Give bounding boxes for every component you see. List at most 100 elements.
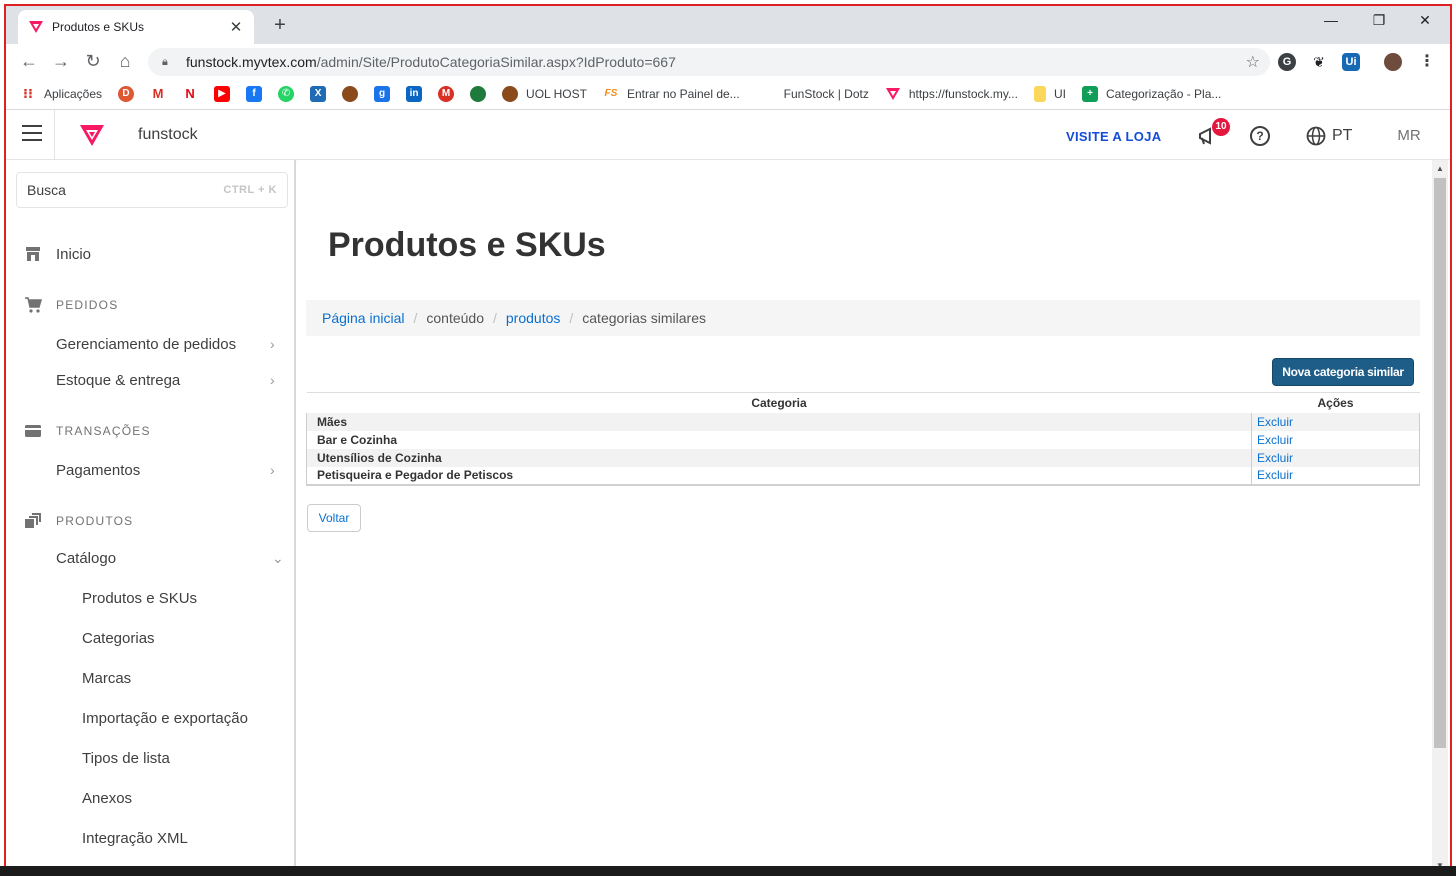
bookmark-funstock[interactable]: https://funstock.my... xyxy=(885,86,1018,102)
window-close-icon[interactable]: ✕ xyxy=(1410,12,1440,29)
user-avatar[interactable]: MR xyxy=(1396,123,1422,149)
mail-red-icon: M xyxy=(438,85,455,102)
visit-store-link[interactable]: VISITE A LOJA xyxy=(1066,129,1161,144)
sidebar-item-produtos-skus[interactable]: Produtos e SKUs xyxy=(6,588,294,608)
category-cell: Utensílios de Cozinha xyxy=(306,448,1252,467)
browser-tab[interactable]: Produtos e SKUs ✕ xyxy=(18,10,254,44)
taskbar-edge xyxy=(0,866,1456,876)
cart-icon xyxy=(25,297,42,313)
address-bar[interactable]: 🔒︎ funstock.myvtex.com/admin/Site/Produt… xyxy=(148,48,1270,76)
bookmark-gmail-red[interactable]: M xyxy=(438,85,455,102)
bookmark-ui[interactable]: UI xyxy=(1033,85,1066,102)
sidebar-item-tipos-lista[interactable]: Tipos de lista xyxy=(6,748,294,768)
bookmark-gmail[interactable]: M xyxy=(150,85,167,102)
sidebar-item-pagamentos[interactable]: Pagamentos › xyxy=(6,460,294,480)
bookmark-whatsapp[interactable]: ✆ xyxy=(278,85,295,102)
bookmark-excel[interactable]: X xyxy=(310,85,327,102)
forward-arrow-icon[interactable]: → xyxy=(50,50,72,72)
section-label: TRANSAÇÕES xyxy=(56,424,151,438)
home-icon[interactable]: ⌂ xyxy=(114,50,136,72)
new-similar-category-button[interactable]: Nova categoria similar xyxy=(1272,358,1414,386)
search-placeholder: Busca xyxy=(27,182,66,198)
scrollbar-thumb[interactable] xyxy=(1434,178,1446,748)
sidebar-item-label: Categorias xyxy=(82,629,155,647)
bookmark-fs[interactable]: FS Entrar no Painel de... xyxy=(602,85,740,102)
scroll-up-icon[interactable]: ▲ xyxy=(1436,164,1444,173)
back-button[interactable]: Voltar xyxy=(307,504,361,532)
bookmark-dotz-label: FunStock | Dotz xyxy=(783,86,869,101)
minimize-icon[interactable]: — xyxy=(1316,12,1346,28)
reload-icon[interactable]: ↻ xyxy=(82,50,104,72)
delete-link[interactable]: Excluir xyxy=(1251,466,1420,486)
hamburger-menu-icon[interactable] xyxy=(22,125,42,143)
notification-badge: 10 xyxy=(1212,118,1230,136)
breadcrumb-products[interactable]: produtos xyxy=(506,310,560,326)
search-input[interactable]: Busca CTRL + K xyxy=(16,172,288,208)
browser-toolbar: ← → ↻ ⌂ 🔒︎ funstock.myvtex.com/admin/Sit… xyxy=(6,44,1450,78)
facebook-icon: f xyxy=(246,85,263,102)
bookmark-categorizacao[interactable]: + Categorização - Pla... xyxy=(1081,85,1222,102)
duckduckgo-icon: D xyxy=(118,85,135,102)
sidebar-scrollbar[interactable] xyxy=(294,160,296,450)
sidebar-section-transacoes: TRANSAÇÕES xyxy=(6,422,294,440)
browser-window: Produtos e SKUs ✕ + — ❐ ✕ ← → ↻ ⌂ 🔒︎ fun… xyxy=(4,4,1452,872)
chrome-menu-icon[interactable]: ⋮ xyxy=(1418,53,1436,71)
help-icon[interactable]: ? xyxy=(1250,126,1270,146)
extension-bird-icon[interactable]: ❦ xyxy=(1310,53,1328,71)
tab-strip: Produtos e SKUs ✕ + — ❐ ✕ xyxy=(6,6,1450,44)
delete-link[interactable]: Excluir xyxy=(1251,448,1420,467)
profile-avatar[interactable] xyxy=(1384,53,1402,71)
sidebar-item-importacao[interactable]: Importação e exportação xyxy=(6,708,294,728)
sidebar-item-anexos[interactable]: Anexos xyxy=(6,788,294,808)
back-arrow-icon[interactable]: ← xyxy=(18,50,40,72)
delete-link[interactable]: Excluir xyxy=(1251,412,1420,431)
delete-link[interactable]: Excluir xyxy=(1251,430,1420,449)
bookmark-uol[interactable]: UOL HOST xyxy=(502,85,587,102)
bookmark-categ-label: Categorização - Pla... xyxy=(1105,86,1222,101)
new-tab-button[interactable]: + xyxy=(268,15,292,35)
sidebar-item-marcas[interactable]: Marcas xyxy=(6,668,294,688)
section-label: PRODUTOS xyxy=(56,514,134,528)
notifications-button[interactable]: 10 xyxy=(1196,118,1230,148)
tab-title: Produtos e SKUs xyxy=(52,20,145,34)
credit-card-icon xyxy=(25,425,41,437)
category-cell: Mães xyxy=(306,412,1252,431)
bookmark-palmeiras[interactable] xyxy=(470,85,487,102)
bookmark-apps[interactable]: ⁝⁝ Aplicações xyxy=(20,85,102,102)
sidebar-item-catalogo[interactable]: Catálogo ⌄ xyxy=(6,548,294,568)
sidebar-item-label: Inicio xyxy=(56,245,92,263)
sidebar-item-estoque[interactable]: Estoque & entrega › xyxy=(6,370,294,390)
page-scrollbar[interactable]: ▲ ▼ xyxy=(1432,160,1448,870)
category-cell: Bar e Cozinha xyxy=(306,430,1252,449)
page-title: Produtos e SKUs xyxy=(328,226,606,264)
folder-icon xyxy=(1033,85,1046,102)
sidebar-item-categorias[interactable]: Categorias xyxy=(6,628,294,648)
breadcrumb-home[interactable]: Página inicial xyxy=(322,310,405,326)
sidebar-item-inicio[interactable]: Inicio xyxy=(6,244,294,264)
language-selector[interactable]: PT xyxy=(1306,126,1352,146)
restore-icon[interactable]: ❐ xyxy=(1364,12,1394,29)
bookmark-g[interactable]: g xyxy=(374,85,391,102)
bookmark-ball[interactable] xyxy=(342,85,359,102)
sidebar-item-integracao-xml[interactable]: Integração XML xyxy=(6,828,294,848)
bookmark-netflix[interactable]: N xyxy=(182,85,199,102)
bookmark-ui-label: UI xyxy=(1053,86,1066,101)
store-name: funstock xyxy=(138,126,198,143)
sidebar-item-gerenciamento[interactable]: Gerenciamento de pedidos › xyxy=(6,334,294,354)
bookmark-star-icon[interactable]: ☆ xyxy=(1246,52,1260,72)
bookmark-duckduckgo[interactable]: D xyxy=(118,85,135,102)
vtex-logo-icon[interactable] xyxy=(78,122,106,148)
main-content: Produtos e SKUs Página inicial / conteúd… xyxy=(298,160,1434,870)
bookmark-youtube[interactable]: ▶ xyxy=(214,85,231,102)
tab-close-icon[interactable]: ✕ xyxy=(228,18,244,36)
sidebar-item-label: Marcas xyxy=(82,669,132,687)
bookmark-fs-label: Entrar no Painel de... xyxy=(626,86,740,101)
bookmark-dotz[interactable]: FunStock | Dotz xyxy=(784,87,869,101)
bookmark-facebook[interactable]: f xyxy=(246,85,263,102)
sidebar-item-label: Gerenciamento de pedidos xyxy=(56,335,237,353)
x-app-icon: X xyxy=(310,85,327,102)
bookmark-linkedin[interactable]: in xyxy=(406,85,423,102)
bookmark-uol-label: UOL HOST xyxy=(526,86,587,101)
extension-ui-icon[interactable]: Ui xyxy=(1342,53,1360,71)
extension-g-icon[interactable]: G xyxy=(1278,53,1296,71)
